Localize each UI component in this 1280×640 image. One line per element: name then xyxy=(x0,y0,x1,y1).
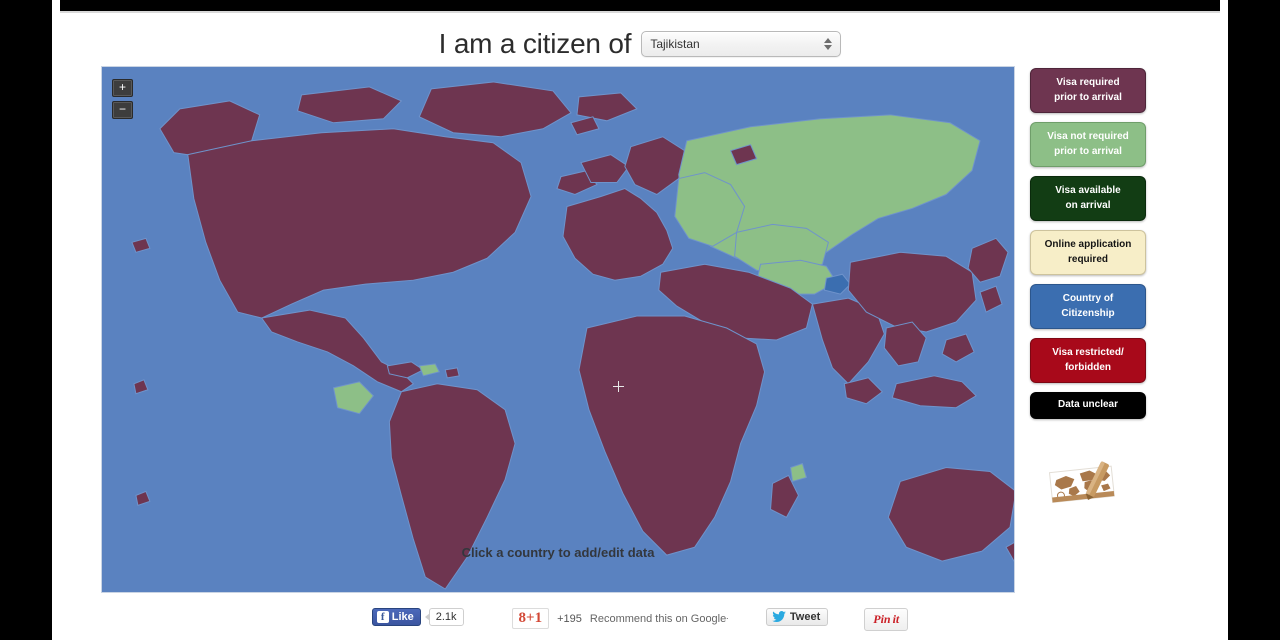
legend-item-visa-restricted[interactable]: Visa restricted/ forbidden xyxy=(1030,338,1146,383)
citizenship-select-wrapper[interactable]: Tajikistan xyxy=(641,31,842,57)
screen: I am a citizen of Tajikistan + − Click a… xyxy=(0,0,1280,640)
legend-label-line2: Citizenship xyxy=(1061,307,1115,319)
page-title: I am a citizen of xyxy=(438,28,632,59)
legend-label-line1: Visa available xyxy=(1055,185,1121,196)
map-crosshair-cursor-icon xyxy=(613,381,624,392)
google-plus-count: +195 xyxy=(557,612,582,625)
world-map-svg[interactable] xyxy=(102,67,1014,592)
legend-label-line1: Data unclear xyxy=(1057,399,1119,410)
pinterest-pin-label: Pin xyxy=(873,612,891,626)
facebook-icon: f xyxy=(376,611,389,623)
legend-item-data-unclear[interactable]: Data unclear xyxy=(1030,392,1146,419)
facebook-like-button[interactable]: f Like xyxy=(371,608,421,626)
scratch-map-product-image[interactable] xyxy=(1045,455,1135,507)
legend-label-line1: Visa not required xyxy=(1047,131,1129,142)
social-share-bar: f Like 2.1k 8+1 +195 Recommend this on G… xyxy=(52,608,1228,640)
map-hint-text: Click a country to add/edit data xyxy=(461,545,655,560)
zoom-out-button[interactable]: − xyxy=(112,101,133,119)
google-plus-recommend-text: Recommend this on Google+ xyxy=(589,612,728,625)
legend-label-line1: Visa required xyxy=(1056,77,1120,88)
tweet-button[interactable]: Tweet xyxy=(765,608,829,626)
facebook-like-count: 2.1k xyxy=(424,608,464,626)
legend-label-line2: prior to arrival xyxy=(1054,91,1122,103)
legend-label-line2: prior to arrival xyxy=(1054,145,1122,157)
scratch-map-graphic xyxy=(1045,455,1135,507)
google-plus-one-button[interactable]: 8+1 xyxy=(511,608,550,629)
legend-item-visa-not-required[interactable]: Visa not required prior to arrival xyxy=(1030,122,1146,167)
zoom-in-button[interactable]: + xyxy=(112,79,133,97)
pinterest-it-label: it xyxy=(892,612,900,626)
legend-item-online-application[interactable]: Online application required xyxy=(1030,230,1146,275)
header-divider xyxy=(60,11,1220,13)
twitter-bird-icon xyxy=(772,611,786,623)
facebook-like-label: Like xyxy=(391,611,414,623)
citizenship-select[interactable]: Tajikistan xyxy=(641,31,842,57)
legend-item-visa-required[interactable]: Visa required prior to arrival xyxy=(1030,68,1146,113)
legend-item-visa-on-arrival[interactable]: Visa available on arrival xyxy=(1030,176,1146,221)
pinterest-pin-it-button[interactable]: Pin it xyxy=(864,608,909,631)
map-zoom-controls[interactable]: + − xyxy=(112,79,133,119)
legend-panel: Visa required prior to arrival Visa not … xyxy=(1030,68,1146,428)
facebook-like-widget[interactable]: f Like 2.1k xyxy=(371,608,464,626)
legend-label-line1: Visa restricted/ xyxy=(1052,347,1124,358)
legend-item-country-of-citizenship[interactable]: Country of Citizenship xyxy=(1030,284,1146,329)
legend-label-line1: Country of xyxy=(1062,293,1114,304)
legend-label-line1: Online application xyxy=(1044,239,1132,250)
world-map[interactable]: + − Click a country to add/edit data xyxy=(101,66,1015,593)
legend-label-line2: forbidden xyxy=(1064,361,1112,373)
page-viewport: I am a citizen of Tajikistan + − Click a… xyxy=(52,0,1228,640)
tweet-label: Tweet xyxy=(789,611,821,623)
legend-label-line2: required xyxy=(1067,253,1108,265)
google-plus-widget[interactable]: 8+1 +195 Recommend this on Google+ xyxy=(511,608,728,629)
site-header-bar xyxy=(60,0,1220,11)
title-row: I am a citizen of Tajikistan xyxy=(52,22,1228,66)
legend-label-line2: on arrival xyxy=(1065,199,1111,211)
